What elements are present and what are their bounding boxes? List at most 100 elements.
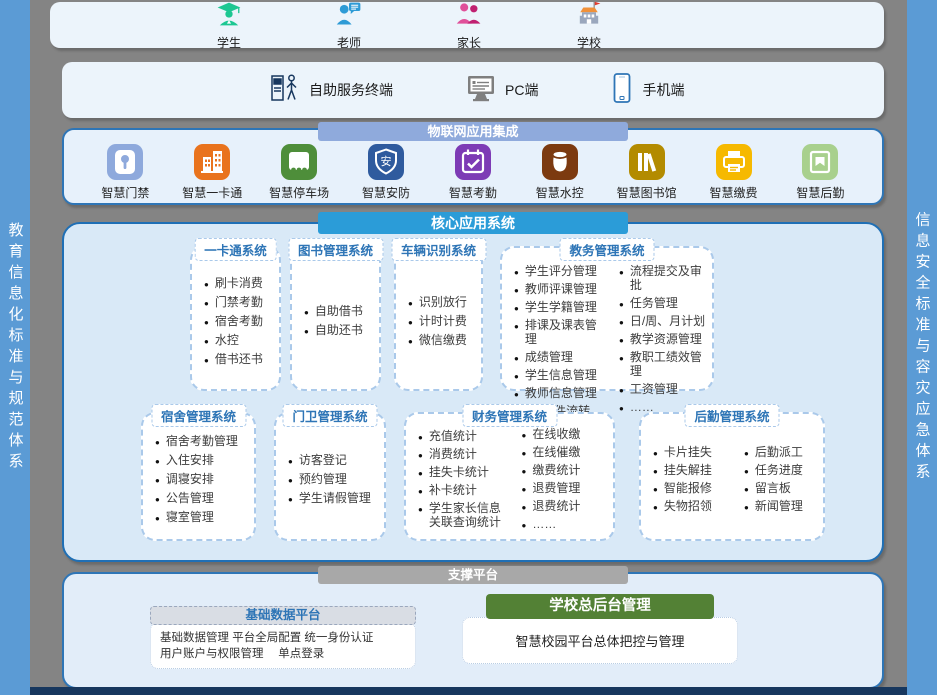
student-icon [215,0,243,33]
left-standard-label: 教育信息化标准与规范体系 [5,222,26,474]
support-panel-title: 支撑平台 [318,566,628,584]
base-platform-line1: 基础数据管理 平台全局配置 统一身份认证 [160,630,406,646]
feature-item: 排课及课表管理 [514,318,603,346]
system-box-vehicle: 车辆识别系统 识别放行计时计费微信缴费 [394,246,483,391]
iot-icon-row: 智慧门禁 [82,144,864,201]
iot-item-door-access: 智慧门禁 [88,144,162,201]
base-data-platform-title: 基础数据平台 [150,606,416,625]
feature-item: 教职工绩效管理 [619,350,708,378]
user-group-teacher: 老师 [318,0,380,51]
feature-item: 挂失卡统计 [418,465,506,479]
feature-item: 微信缴费 [408,333,477,347]
feature-item: 学生信息管理 [514,368,603,382]
terminals-panel: 自助服务终端 PC端 [62,62,884,118]
security-shield-icon: 安 [368,144,404,180]
terminal-label: 手机端 [642,80,684,100]
iot-panel: 物联网应用集成 智慧门禁 [62,128,884,205]
feature-item: 访客登记 [288,453,380,467]
phone-icon [610,72,634,109]
feature-item: 计时计费 [408,314,477,328]
svg-text:安: 安 [381,154,392,168]
teacher-icon [335,0,363,33]
feature-list: 访客登记预约管理学生请假管理 [276,414,384,539]
feature-item: 门禁考勤 [204,295,275,309]
feature-item: 寝室管理 [155,510,250,524]
school-icon [575,0,603,33]
right-standard-bar: 信息安全标准与容灾应急体系 [907,0,937,695]
feature-item: 智能报修 [653,481,728,495]
feature-item: 宿舍考勤 [204,314,275,328]
feature-item: 教师评课管理 [514,282,603,296]
smart-campus-architecture-diagram: 教育信息化标准与规范体系 信息安全标准与容灾应急体系 学生 [0,0,937,695]
core-systems-panel: 核心应用系统 一卡通系统 刷卡消费门禁考勤宿舍考勤水控借书还书 图书管理系统 自… [62,222,884,562]
base-data-platform: 基础数据平台 基础数据管理 平台全局配置 统一身份认证 用户账户与权限管理 单点… [150,606,416,669]
feature-item: 日/周、月计划 [619,314,708,328]
base-platform-line2: 用户账户与权限管理 单点登录 [160,646,406,662]
system-box-title: 宿舍管理系统 [151,404,246,427]
feature-item: 工资管理 [619,382,708,396]
support-platform-panel: 支撑平台 基础数据平台 基础数据管理 平台全局配置 统一身份认证 用户账户与权限… [62,572,884,689]
feature-item: 流程提交及审批 [619,264,708,292]
iot-item-logistics: 智慧后勤 [783,144,857,201]
right-standard-label: 信息安全标准与容灾应急体系 [912,211,933,484]
feature-list: 刷卡消费门禁考勤宿舍考勤水控借书还书 [192,248,279,389]
system-box-dormitory: 宿舍管理系统 宿舍考勤管理入住安排调寝安排公告管理寝室管理 [141,412,256,541]
feature-item: 调寝安排 [155,472,250,486]
feature-list: 识别放行计时计费微信缴费 [396,248,481,389]
iot-label: 智慧缴费 [710,184,758,201]
terminal-group-pc: PC端 [465,73,538,108]
terminal-label: 自助服务终端 [309,80,393,100]
terminal-group-kiosk: 自助服务终端 [267,71,393,110]
system-box-title: 后勤管理系统 [684,404,779,427]
payment-printer-icon [716,144,752,180]
user-label: 家长 [457,34,481,51]
iot-item-payment: 智慧缴费 [697,144,771,201]
feature-item: 在线收缴 [522,427,610,441]
parents-icon [455,0,483,33]
feature-list: 自助借书自助还书 [292,248,379,389]
feature-list-col2: 后勤派工任务进度留言板新闻管理 [732,414,823,539]
bottom-divider-bar [25,687,937,695]
feature-item: 入住安排 [155,453,250,467]
feature-list-col2: 流程提交及审批任务管理日/周、月计划教学资源管理教职工绩效管理工资管理…… [607,248,712,389]
iot-panel-title: 物联网应用集成 [318,122,628,141]
iot-label: 智慧后勤 [796,184,844,201]
feature-item: 消费统计 [418,447,506,461]
feature-item: 借书还书 [204,352,275,366]
system-box-gate: 门卫管理系统 访客登记预约管理学生请假管理 [274,412,386,541]
feature-item: 自助还书 [304,323,375,337]
terminal-group-mobile: 手机端 [610,72,684,109]
iot-label: 智慧门禁 [101,184,149,201]
iot-item-onecard: 智慧一卡通 [175,144,249,201]
feature-item: 退费统计 [522,499,610,513]
feature-list-col1: 充值统计消费统计挂失卡统计补卡统计学生家长信息关联查询统计 [406,414,510,539]
terminal-label: PC端 [505,80,538,100]
feature-item: 新闻管理 [744,499,819,513]
water-control-icon [542,144,578,180]
system-box-title: 车辆识别系统 [391,238,486,261]
system-box-title: 图书管理系统 [288,238,383,261]
logistics-icon [802,144,838,180]
core-panel-title: 核心应用系统 [318,212,628,234]
attendance-calendar-icon [455,144,491,180]
system-box-logistics: 后勤管理系统 卡片挂失挂失解挂智能报修失物招领 后勤派工任务进度留言板新闻管理 [639,412,825,541]
feature-item: 失物招领 [653,499,728,513]
user-group-student: 学生 [198,0,260,51]
system-box-title: 教务管理系统 [559,238,654,261]
feature-item: 后勤派工 [744,445,819,459]
feature-list: 宿舍考勤管理入住安排调寝安排公告管理寝室管理 [143,414,254,539]
iot-label: 智慧图书馆 [617,184,677,201]
system-box-title: 一卡通系统 [194,238,277,261]
feature-item: 公告管理 [155,491,250,505]
feature-item: 教师信息管理 [514,386,603,400]
user-group-school: 学校 [558,0,620,51]
feature-item: 退费管理 [522,481,610,495]
iot-item-attendance: 智慧考勤 [436,144,510,201]
desktop-icon [465,73,497,108]
feature-item: 学生请假管理 [288,491,380,505]
iot-item-water: 智慧水控 [523,144,597,201]
feature-item: 学生评分管理 [514,264,603,278]
system-box-academic: 教务管理系统 学生评分管理教师评课管理学生学籍管理排课及课表管理成绩管理学生信息… [500,246,714,391]
feature-item: 预约管理 [288,472,380,486]
feature-item: 挂失解挂 [653,463,728,477]
